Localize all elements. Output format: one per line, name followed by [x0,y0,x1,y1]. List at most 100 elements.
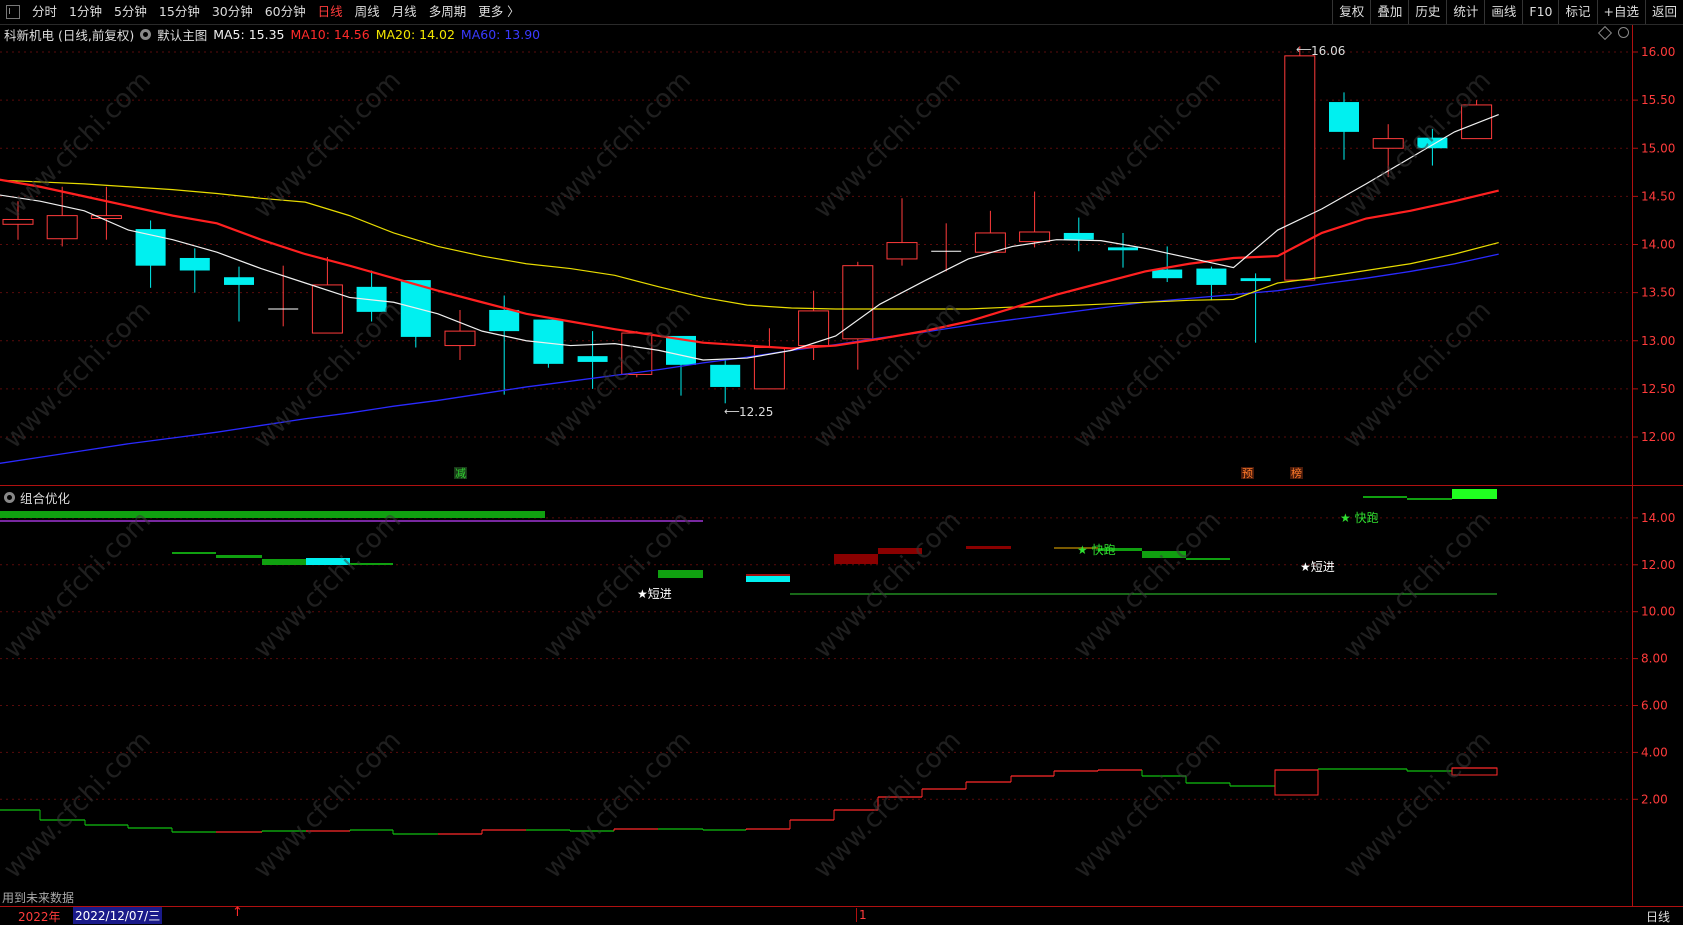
high-label: 16.06 [1311,44,1345,58]
toolbar-button-2[interactable]: 历史 [1408,0,1446,24]
candlestick-chart[interactable]: 16.06 ⟵ 12.25 ⟵ 减 预 榜 [0,25,1632,485]
candle-body-down [1152,269,1183,279]
signal-block [1186,558,1230,560]
candle-body-down [179,257,210,271]
candle-body-down [224,277,254,285]
signal-block [1363,496,1407,498]
high-arrow-icon: ⟵ [1296,43,1312,56]
y-tick-label: 8.00 [1641,652,1668,666]
y-tick-label: 12.00 [1641,430,1675,444]
candle-body-up [886,242,918,260]
tab-period-8[interactable]: 月线 [386,0,423,24]
y-tick-label: 14.50 [1641,189,1675,203]
y-tick-label: 15.50 [1641,93,1675,107]
candle-body-up [1461,104,1493,140]
toolbar-button-6[interactable]: 标记 [1558,0,1596,24]
tab-period-10[interactable]: 更多 〉 [472,0,525,24]
signal-block [306,558,350,565]
tab-period-5[interactable]: 60分钟 [259,0,312,24]
y-tick-label: 16.00 [1641,45,1675,59]
ma10-line [0,178,1499,350]
ma60-line [0,253,1499,464]
step-box [1451,767,1498,776]
candle-body-up [2,218,34,225]
y-tick-label: 2.00 [1641,792,1668,806]
toolbar-button-1[interactable]: 叠加 [1370,0,1408,24]
step-box [1274,769,1319,796]
tab-period-6[interactable]: 日线 [312,0,349,24]
y-tick-label: 4.00 [1641,745,1668,759]
date-axis: 2022年 2022/12/07/三 ↑ 1 日线 [0,905,1683,925]
signal-block [1142,551,1186,558]
candle-body-up [46,215,78,240]
tab-period-4[interactable]: 30分钟 [206,0,259,24]
signal-label-quick-run: ★ 快跑 [1077,543,1116,557]
signal-block [746,574,790,576]
y-tick-label: 10.00 [1641,605,1675,619]
toolbar-button-5[interactable]: F10 [1522,0,1558,24]
main-chart-panel: 科新机电 (日线,前复权) 默认主图 MA5: 15.35 MA10: 14.5… [0,25,1632,485]
y-tick-label: 6.00 [1641,699,1668,713]
low-arrow-icon: ⟵ [724,405,740,418]
candle-body-up [311,284,343,334]
signal-block [746,575,790,582]
signal-label-short-entry: ★短进 [637,587,672,601]
signal-block [966,546,1011,549]
signal-block [172,552,216,554]
tab-period-1[interactable]: 1分钟 [63,0,108,24]
y-tick-label: 13.50 [1641,286,1675,300]
toolbar-button-7[interactable]: +自选 [1596,0,1645,24]
candle-body-down [1063,232,1094,240]
signal-block [1407,498,1452,500]
y-tick-label: 15.00 [1641,141,1675,155]
signal-yu: 预 [1242,467,1253,480]
year-label: 2022年 [18,910,61,924]
cursor-date-label: 2022/12/07/三 [73,907,163,924]
tab-period-7[interactable]: 周线 [349,0,386,24]
main-y-axis: 16.00 15.50 15.00 14.50 14.00 13.50 13.00 12.50… [1632,25,1683,485]
signal-block [658,570,703,578]
candle-body-down [1108,247,1138,251]
toolbar-buttons: 复权 叠加 历史 统计 画线 F10 标记 +自选 返回 [1332,0,1683,24]
signal-block [216,555,262,558]
y-tick-label: 14.00 [1641,238,1675,252]
signal-block [1452,489,1497,499]
candle-body-down [710,364,741,387]
y-tick-label: 12.00 [1641,558,1675,572]
signal-block [262,559,306,565]
candle-body-up [621,332,653,375]
candle-body-down [1329,102,1359,132]
toolbar-button-0[interactable]: 复权 [1332,0,1370,24]
candle-body-up [1019,231,1051,243]
toolbar-button-8[interactable]: 返回 [1644,0,1683,24]
period-tabs: 分时 1分钟 5分钟 15分钟 30分钟 60分钟 日线 周线 月线 多周期 更多 〉 [0,0,526,24]
window-icon[interactable] [6,5,20,19]
up-arrow-icon: ↑ [232,905,243,920]
candle-body-up [1372,138,1404,149]
y-tick-label: 12.50 [1641,382,1675,396]
future-data-warning: 用到未来数据 [2,891,75,905]
y-tick-label: 14.00 [1641,511,1675,525]
indicator-chart[interactable]: ★短进 ★ 快跑 ★短进 ★ 快跑 [0,486,1632,906]
ma5-line [0,114,1499,361]
candle-body-down [489,309,520,332]
tab-period-0[interactable]: 分时 [26,0,63,24]
toolbar-button-4[interactable]: 画线 [1484,0,1522,24]
signal-block [834,554,878,564]
y-tick-label: 13.00 [1641,334,1675,348]
tab-period-3[interactable]: 15分钟 [153,0,206,24]
candle-body-up [798,310,830,347]
sub-chart-panel: 组合优化 ★短进 ★ 快跑 ★短进 ★ 快跑 用到未来数据 [0,486,1632,906]
sub-y-axis: 14.00 12.00 10.00 8.00 6.00 4.00 2.00 [1632,486,1683,906]
tab-period-9[interactable]: 多周期 [423,0,473,24]
signal-block [0,511,545,518]
signal-bang: 榜 [1291,466,1302,480]
signal-label-short-entry: ★短进 [1300,560,1335,574]
low-label: 12.25 [739,405,773,419]
candle-body-up [444,330,476,347]
tab-period-2[interactable]: 5分钟 [108,0,153,24]
signal-block [350,563,393,565]
candle-body-down [577,356,608,362]
toolbar-button-3[interactable]: 统计 [1446,0,1484,24]
period-indicator[interactable]: 日线 [1646,908,1670,925]
